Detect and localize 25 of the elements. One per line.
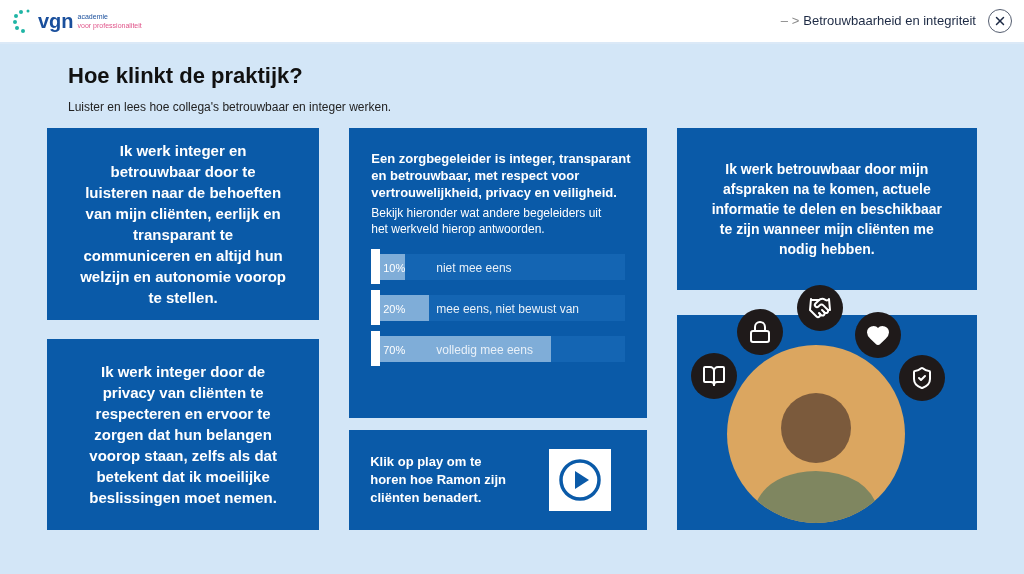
- handshake-icon: [796, 285, 843, 331]
- shield-check-icon: [898, 355, 945, 401]
- poll-intro: Bekijk hieronder wat andere begeleiders uit het werkveld hierop antwoorden.: [371, 205, 603, 237]
- result-percent: 20%: [383, 301, 406, 317]
- result-label: niet mee eens: [436, 259, 512, 277]
- quote-text: Ik werk betrouwbaar door mijn afspraken na te komen, actuele informatie te delen en beschikbaar te zijn wanneer mijn cliënten me nodig hebben.: [710, 160, 943, 259]
- result-label: volledig mee eens: [436, 341, 533, 359]
- page-title: Hoe klinkt de praktijk?: [68, 62, 304, 90]
- audio-prompt: Klik op play om te horen hoe Ramon zijn cliënten benadert.: [370, 453, 508, 507]
- poll-statement: Een zorgbegeleider is integer, transparant en betrouwbaar, met respect voor vertrouwelijkheid, privacy en veiligheid.: [371, 150, 632, 201]
- page-subtitle: Luister en lees hoe collega's betrouwbaar en integer werken.: [68, 99, 393, 116]
- quote-text: Ik werk integer door de privacy van cliënten te respecteren en ervoor te zorgen dat hun belangen voorop staan, zelfs als dat betekent dat ik moeilijke beslissingen moet nemen.: [88, 361, 278, 508]
- breadcrumb-separator: – >: [780, 12, 800, 31]
- breadcrumb: Betrouwbaarheid en integriteit: [803, 12, 976, 31]
- play-icon: [557, 458, 602, 502]
- result-percent: 10%: [383, 260, 406, 276]
- result-label: mee eens, niet bewust van: [436, 300, 579, 318]
- result-percent: 70%: [383, 342, 406, 358]
- result-marker: [371, 331, 381, 366]
- result-marker: [371, 290, 381, 325]
- close-icon: [993, 14, 1007, 28]
- lock-icon: [736, 309, 783, 355]
- quote-text: Ik werk integer en betrouwbaar door te luisteren naar de behoeften van mijn cliënten, eerlijk en transparant te communiceren en altijd hun welzijn en autonomie voorop te stellen.: [79, 140, 288, 308]
- play-button[interactable]: [548, 449, 611, 511]
- result-marker: [371, 249, 381, 284]
